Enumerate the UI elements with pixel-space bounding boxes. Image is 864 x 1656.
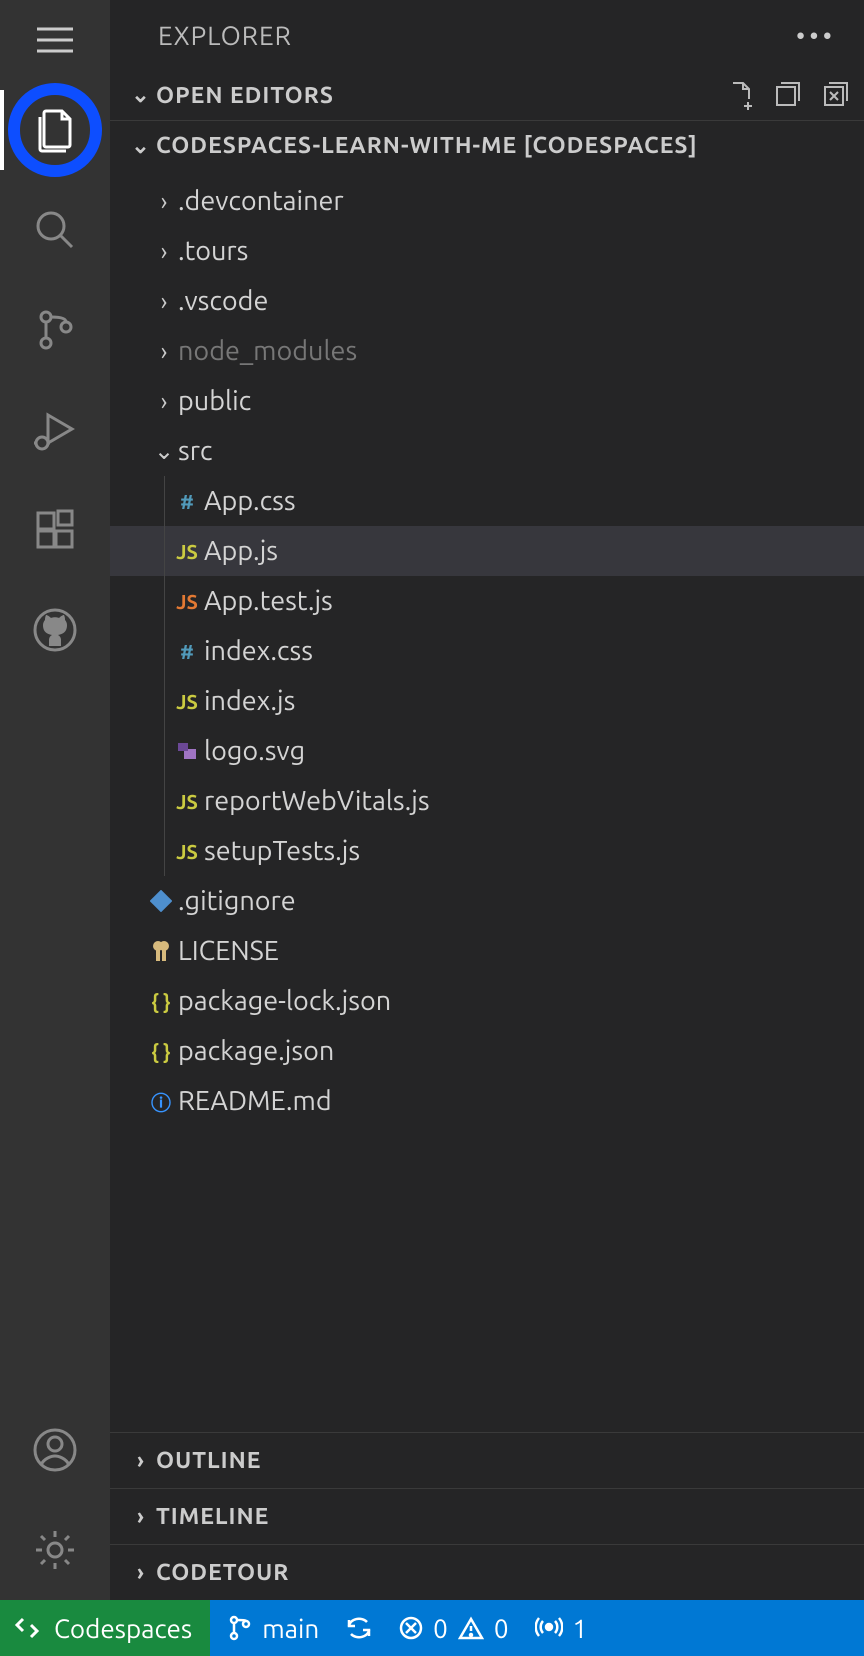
warning-count: 0 (494, 1614, 509, 1643)
status-ports[interactable]: 1 (535, 1614, 588, 1643)
chevron-down-icon: ⌄ (150, 437, 178, 465)
sidebar-more-button[interactable]: ••• (796, 21, 836, 50)
file-row[interactable]: JSApp.test.js (110, 576, 864, 626)
file-row[interactable]: JSreportWebVitals.js (110, 776, 864, 826)
file-row[interactable]: { }package.json (110, 1026, 864, 1076)
folder-row[interactable]: ⌄src (110, 426, 864, 476)
activity-search[interactable] (0, 180, 110, 280)
folder-row[interactable]: ›.vscode (110, 276, 864, 326)
chevron-right-icon: › (126, 1448, 156, 1473)
new-file-icon[interactable] (728, 80, 756, 110)
css-file-icon: # (170, 640, 204, 663)
json-file-icon: { } (144, 990, 178, 1013)
folder-row[interactable]: ›node_modules (110, 326, 864, 376)
chevron-down-icon: ⌄ (126, 133, 156, 159)
js-file-icon: JS (170, 690, 204, 713)
warning-icon (458, 1616, 484, 1640)
search-icon (32, 207, 78, 253)
section-label: OPEN EDITORS (156, 83, 728, 108)
sidebar-title: EXPLORER (158, 21, 292, 50)
chevron-down-icon: ⌄ (126, 82, 156, 108)
section-codetour[interactable]: › CODETOUR (110, 1544, 864, 1600)
activity-extensions[interactable] (0, 480, 110, 580)
section-repo[interactable]: ⌄ CODESPACES-LEARN-WITH-ME [CODESPACES] (110, 120, 864, 170)
activity-accounts[interactable] (0, 1400, 110, 1500)
section-label: CODESPACES-LEARN-WITH-ME [CODESPACES] (156, 133, 852, 158)
gear-icon (32, 1527, 78, 1573)
section-open-editors[interactable]: ⌄ OPEN EDITORS (110, 70, 864, 120)
js-file-icon: JS (170, 840, 204, 863)
js-file-icon: JS (170, 790, 204, 813)
activity-source-control[interactable] (0, 280, 110, 380)
license-file-icon (144, 939, 178, 963)
error-icon (399, 1616, 423, 1640)
file-row[interactable]: JSApp.js (110, 526, 864, 576)
file-row[interactable]: ⓘREADME.md (110, 1076, 864, 1126)
activity-settings[interactable] (0, 1500, 110, 1600)
account-icon (32, 1427, 78, 1473)
file-row[interactable]: JSsetupTests.js (110, 826, 864, 876)
file-row[interactable]: #App.css (110, 476, 864, 526)
codespaces-label: Codespaces (54, 1614, 192, 1643)
file-row[interactable]: logo.svg (110, 726, 864, 776)
folder-row[interactable]: ›.tours (110, 226, 864, 276)
chevron-right-icon: › (150, 338, 178, 365)
branch-name: main (262, 1614, 319, 1643)
ports-count: 1 (573, 1614, 588, 1643)
chevron-right-icon: › (126, 1504, 156, 1529)
github-icon (31, 606, 79, 654)
folder-row[interactable]: ›.devcontainer (110, 176, 864, 226)
highlight-ring (8, 83, 102, 177)
js-test-file-icon: JS (170, 590, 204, 613)
chevron-right-icon: › (126, 1560, 156, 1585)
run-debug-icon (30, 407, 80, 453)
file-row[interactable]: JSindex.js (110, 676, 864, 726)
chevron-right-icon: › (150, 388, 178, 415)
status-sync[interactable] (345, 1616, 373, 1640)
activity-explorer[interactable] (0, 80, 110, 180)
json-file-icon: { } (144, 1040, 178, 1063)
sync-icon (345, 1616, 373, 1640)
status-branch[interactable]: main (228, 1614, 319, 1643)
save-all-icon[interactable] (774, 80, 804, 110)
file-row[interactable]: LICENSE (110, 926, 864, 976)
section-timeline[interactable]: › TIMELINE (110, 1488, 864, 1544)
explorer-sidebar: EXPLORER ••• ⌄ OPEN EDITORS (110, 0, 864, 1600)
branch-icon (228, 1615, 252, 1641)
file-tree: ›.devcontainer ›.tours ›.vscode ›node_mo… (110, 170, 864, 1432)
file-row[interactable]: #index.css (110, 626, 864, 676)
activity-bar (0, 0, 110, 1600)
activity-run-debug[interactable] (0, 380, 110, 480)
menu-button[interactable] (25, 10, 85, 70)
broadcast-icon (535, 1615, 563, 1641)
js-file-icon: JS (170, 540, 204, 563)
chevron-right-icon: › (150, 188, 178, 215)
file-row[interactable]: .gitignore (110, 876, 864, 926)
css-file-icon: # (170, 490, 204, 513)
status-codespaces[interactable]: Codespaces (0, 1600, 210, 1656)
section-outline[interactable]: › OUTLINE (110, 1432, 864, 1488)
gitignore-file-icon (144, 890, 178, 912)
remote-icon (14, 1615, 40, 1641)
status-bar: Codespaces main 0 (0, 1600, 864, 1656)
chevron-right-icon: › (150, 238, 178, 265)
svg-file-icon (170, 741, 204, 761)
readme-file-icon: ⓘ (144, 1087, 178, 1116)
folder-row[interactable]: ›public (110, 376, 864, 426)
section-label: CODETOUR (156, 1560, 852, 1585)
activity-github[interactable] (0, 580, 110, 680)
extensions-icon (32, 507, 78, 553)
section-label: TIMELINE (156, 1504, 852, 1529)
error-count: 0 (433, 1614, 448, 1643)
status-problems[interactable]: 0 0 (399, 1614, 508, 1643)
section-label: OUTLINE (156, 1448, 852, 1473)
source-control-icon (32, 307, 78, 353)
file-row[interactable]: { }package-lock.json (110, 976, 864, 1026)
close-all-icon[interactable] (822, 80, 852, 110)
chevron-right-icon: › (150, 288, 178, 315)
